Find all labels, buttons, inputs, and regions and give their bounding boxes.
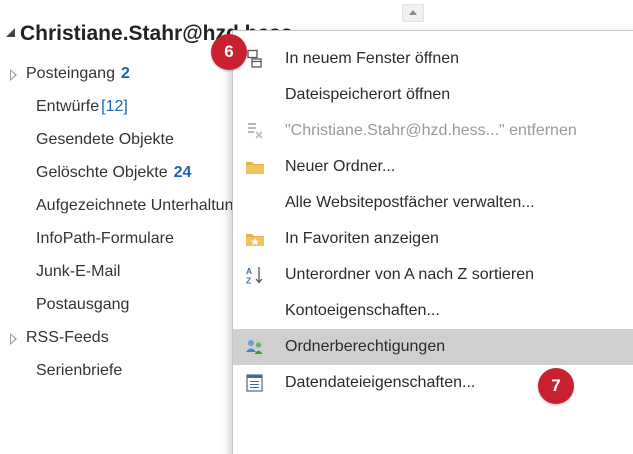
menu-item-manage-site-mailboxes[interactable]: Alle Websitepostfächer verwalten... — [233, 185, 633, 221]
folder-label: Posteingang — [26, 65, 115, 82]
folder-label: InfoPath-Formulare — [36, 230, 174, 247]
folder-label: Gesendete Objekte — [36, 131, 174, 148]
svg-text:A: A — [246, 266, 252, 276]
menu-item-new-folder[interactable]: Neuer Ordner... — [233, 149, 633, 185]
favorites-folder-icon — [245, 229, 265, 249]
expand-chevron-icon[interactable] — [10, 333, 17, 345]
new-window-icon — [245, 49, 265, 69]
permissions-icon — [245, 337, 265, 357]
svg-text:Z: Z — [246, 276, 251, 286]
menu-item-label: Alle Websitepostfächer verwalten... — [285, 194, 535, 211]
menu-item-account-properties[interactable]: Kontoeigenschaften... — [233, 293, 633, 329]
unread-count: 24 — [173, 164, 192, 181]
menu-item-open-file-location[interactable]: Dateispeicherort öffnen — [233, 77, 633, 113]
expand-chevron-icon[interactable] — [10, 69, 17, 81]
folder-label: Junk-E-Mail — [36, 263, 121, 280]
menu-item-sort-subfolders[interactable]: A Z Unterordner von A nach Z sortieren — [233, 257, 633, 293]
sort-az-icon: A Z — [245, 265, 265, 286]
unread-count: 2 — [120, 65, 130, 82]
folder-label: RSS-Feeds — [26, 329, 109, 346]
menu-item-label: In Favoriten anzeigen — [285, 230, 439, 247]
step-badge-7: 7 — [538, 368, 574, 404]
menu-item-label: "Christiane.Stahr@hzd.hess..." entfernen — [285, 122, 577, 139]
collapse-triangle-icon[interactable] — [6, 28, 15, 37]
menu-item-label: Kontoeigenschaften... — [285, 302, 440, 319]
menu-item-label: Neuer Ordner... — [285, 158, 396, 175]
menu-item-label: Ordnerberechtigungen — [285, 338, 446, 355]
menu-item-folder-permissions[interactable]: Ordnerberechtigungen — [233, 329, 633, 365]
folder-label: Gelöschte Objekte — [36, 164, 168, 181]
folder-label: Aufgezeichnete Unterhaltungen — [36, 197, 261, 214]
menu-item-label: Dateispeicherort öffnen — [285, 86, 451, 103]
item-count: [12] — [101, 98, 128, 115]
remove-account-icon — [245, 121, 265, 141]
folder-label: Serienbriefe — [36, 362, 123, 379]
properties-icon — [245, 373, 265, 393]
menu-item-label: Datendateieigenschaften... — [285, 374, 476, 391]
menu-item-label: Unterordner von A nach Z sortieren — [285, 266, 535, 283]
step-badge-6: 6 — [211, 34, 247, 70]
menu-item-show-in-favorites[interactable]: In Favoriten anzeigen — [233, 221, 633, 257]
folder-icon — [245, 157, 265, 177]
menu-item-open-in-new-window[interactable]: In neuem Fenster öffnen — [233, 41, 633, 77]
outlook-screenshot: Christiane.Stahr@hzd.hess... Posteingang… — [0, 0, 633, 454]
menu-item-remove-account: "Christiane.Stahr@hzd.hess..." entfernen — [233, 113, 633, 149]
folder-label: Entwürfe — [36, 98, 100, 115]
folder-label: Postausgang — [36, 296, 130, 313]
menu-item-label: In neuem Fenster öffnen — [285, 50, 460, 67]
